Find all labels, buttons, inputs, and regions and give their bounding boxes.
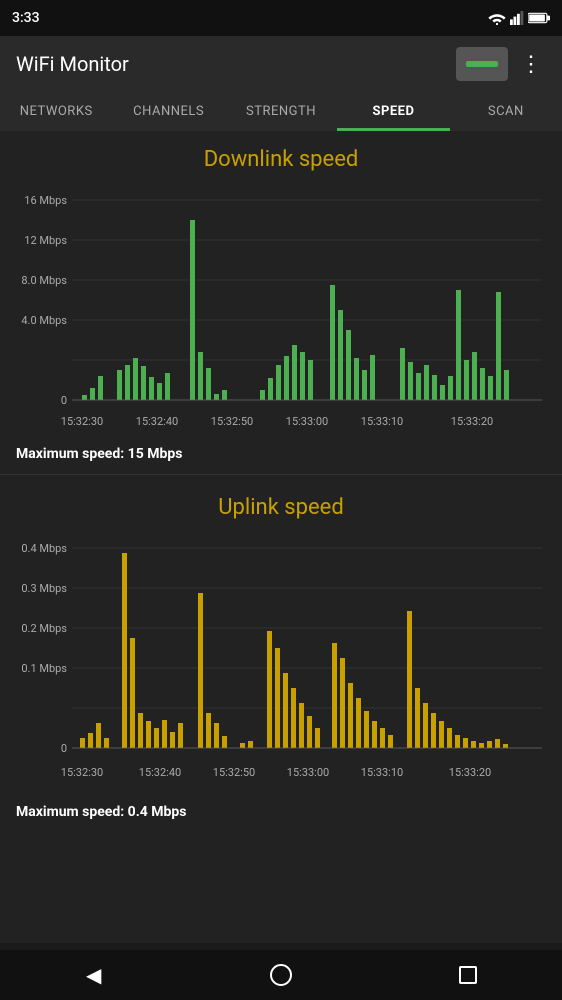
uplink-chart: 0.4 Mbps 0.3 Mbps 0.2 Mbps 0.1 Mbps 0 bbox=[12, 528, 550, 798]
wifi-status-icon bbox=[488, 11, 506, 25]
tab-channels[interactable]: CHANNELS bbox=[112, 92, 224, 131]
downlink-chart: 16 Mbps 12 Mbps 8.0 Mbps 4.0 Mbps 0 bbox=[12, 180, 550, 440]
back-icon: ◀ bbox=[86, 963, 101, 987]
svg-text:15:33:00: 15:33:00 bbox=[287, 766, 329, 779]
svg-text:15:33:20: 15:33:20 bbox=[451, 415, 493, 428]
uplink-svg: 0.4 Mbps 0.3 Mbps 0.2 Mbps 0.1 Mbps 0 bbox=[12, 528, 550, 798]
svg-text:15:32:50: 15:32:50 bbox=[213, 766, 255, 779]
recent-icon bbox=[459, 966, 477, 984]
navigation-tabs: NETWORKS CHANNELS STRENGTH SPEED SCAN bbox=[0, 92, 562, 131]
svg-text:4.0 Mbps: 4.0 Mbps bbox=[21, 314, 67, 327]
svg-text:0: 0 bbox=[61, 742, 67, 755]
svg-text:15:33:10: 15:33:10 bbox=[361, 766, 403, 779]
svg-text:0.3 Mbps: 0.3 Mbps bbox=[21, 582, 67, 595]
status-time: 3:33 bbox=[12, 10, 40, 26]
tab-strength[interactable]: STRENGTH bbox=[225, 92, 337, 131]
app-bar-actions: ⋮ bbox=[456, 47, 546, 81]
svg-text:15:33:10: 15:33:10 bbox=[361, 415, 403, 428]
svg-text:0.2 Mbps: 0.2 Mbps bbox=[21, 622, 67, 635]
svg-text:15:32:30: 15:32:30 bbox=[61, 415, 103, 428]
tab-speed[interactable]: SPEED bbox=[337, 92, 449, 131]
main-content: Downlink speed 16 Mbps 12 Mbps 8.0 Mbps … bbox=[0, 131, 562, 943]
status-bar: 3:33 bbox=[0, 0, 562, 36]
app-bar: WiFi Monitor ⋮ bbox=[0, 36, 562, 92]
svg-text:15:33:20: 15:33:20 bbox=[449, 766, 491, 779]
app-title: WiFi Monitor bbox=[16, 52, 129, 76]
svg-text:15:32:30: 15:32:30 bbox=[61, 766, 103, 779]
green-button[interactable] bbox=[456, 47, 508, 81]
uplink-title: Uplink speed bbox=[12, 495, 550, 520]
downlink-title: Downlink speed bbox=[12, 147, 550, 172]
svg-text:15:32:50: 15:32:50 bbox=[211, 415, 253, 428]
battery-icon bbox=[528, 12, 550, 24]
downlink-max-value: 15 Mbps bbox=[128, 446, 183, 462]
section-divider bbox=[0, 474, 562, 475]
downlink-section: Downlink speed 16 Mbps 12 Mbps 8.0 Mbps … bbox=[0, 131, 562, 470]
downlink-svg: 16 Mbps 12 Mbps 8.0 Mbps 4.0 Mbps 0 bbox=[12, 180, 550, 440]
svg-text:15:32:40: 15:32:40 bbox=[139, 766, 181, 779]
back-button[interactable]: ◀ bbox=[74, 955, 114, 995]
svg-text:15:32:40: 15:32:40 bbox=[136, 415, 178, 428]
svg-text:0: 0 bbox=[61, 394, 67, 407]
more-options-button[interactable]: ⋮ bbox=[516, 48, 546, 81]
svg-text:8.0 Mbps: 8.0 Mbps bbox=[21, 274, 67, 287]
svg-text:16 Mbps: 16 Mbps bbox=[24, 194, 67, 207]
svg-text:12 Mbps: 12 Mbps bbox=[24, 234, 67, 247]
uplink-section: Uplink speed 0.4 Mbps 0.3 Mbps 0.2 Mbps … bbox=[0, 479, 562, 828]
tab-scan[interactable]: SCAN bbox=[450, 92, 562, 131]
recent-apps-button[interactable] bbox=[448, 955, 488, 995]
bottom-nav: ◀ bbox=[0, 950, 562, 1000]
green-bar-icon bbox=[466, 61, 498, 67]
downlink-max-speed: Maximum speed: 15 Mbps bbox=[12, 446, 550, 462]
svg-text:15:33:00: 15:33:00 bbox=[286, 415, 328, 428]
home-button[interactable] bbox=[261, 955, 301, 995]
signal-icon bbox=[510, 11, 524, 25]
svg-text:0.1 Mbps: 0.1 Mbps bbox=[21, 662, 67, 675]
tab-networks[interactable]: NETWORKS bbox=[0, 92, 112, 131]
uplink-max-speed: Maximum speed: 0.4 Mbps bbox=[12, 804, 550, 820]
home-icon bbox=[270, 964, 292, 986]
svg-text:0.4 Mbps: 0.4 Mbps bbox=[21, 542, 67, 555]
uplink-max-value: 0.4 Mbps bbox=[128, 804, 187, 820]
status-icons bbox=[488, 11, 550, 25]
